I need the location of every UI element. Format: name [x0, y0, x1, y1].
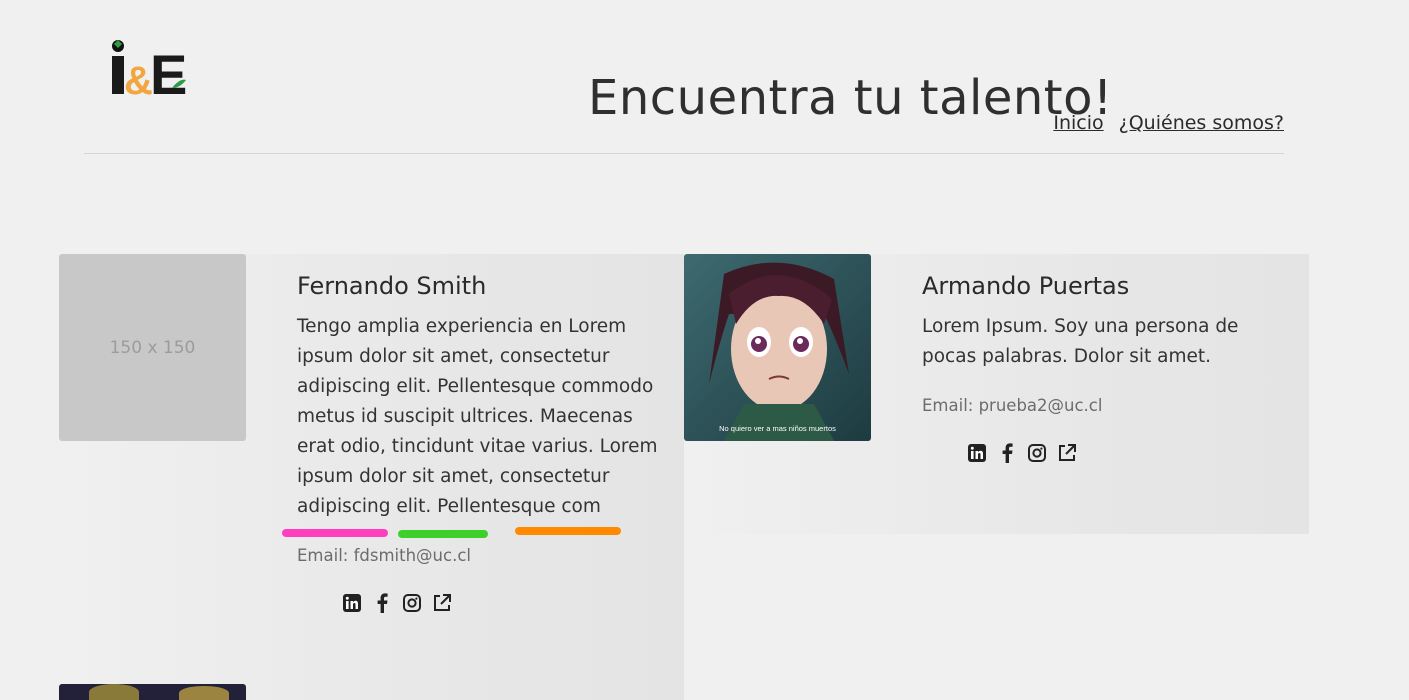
external-link-icon[interactable] — [432, 593, 452, 613]
profile-name: Armando Puertas — [922, 272, 1130, 300]
green-underline-mark — [398, 530, 488, 538]
profile-name: Fernando Smith — [297, 272, 487, 300]
profile-photo: No quiero ver a mas niños muertos — [684, 254, 871, 441]
orange-underline-mark — [515, 527, 621, 535]
profile-email: Email: fdsmith@uc.cl — [297, 546, 471, 565]
facebook-icon[interactable] — [372, 593, 392, 613]
profile-card: No quiero ver a mas niños muertos Armand… — [684, 254, 1309, 534]
linkedin-icon[interactable] — [967, 443, 987, 463]
photo-caption: No quiero ver a mas niños muertos — [719, 424, 836, 433]
profile-photo: 150 x 150 — [59, 254, 246, 441]
profile-bio: Tengo amplia experiencia en Lorem ipsum … — [297, 316, 658, 517]
linkedin-icon[interactable] — [342, 593, 362, 613]
header-divider — [84, 153, 1284, 154]
facebook-icon[interactable] — [997, 443, 1017, 463]
instagram-icon[interactable] — [402, 593, 422, 613]
social-links — [967, 443, 1292, 463]
social-links — [342, 593, 667, 613]
external-link-icon[interactable] — [1057, 443, 1077, 463]
profile-bio: Lorem Ipsum. Soy una persona de pocas pa… — [922, 316, 1239, 367]
pink-underline-mark — [282, 529, 388, 537]
profile-card: 150 x 150 Fernando Smith Tengo amplia ex… — [59, 254, 684, 700]
nav-inicio[interactable]: Inicio — [1053, 112, 1103, 134]
svg-text:&: & — [124, 59, 153, 98]
nav-quienes-somos[interactable]: ¿Quiénes somos? — [1119, 112, 1284, 134]
instagram-icon[interactable] — [1027, 443, 1047, 463]
photo-placeholder: 150 x 150 — [59, 254, 246, 441]
page-title: Encuentra tu talento! — [588, 70, 1113, 126]
top-nav: Inicio ¿Quiénes somos? — [1053, 112, 1284, 134]
profile-photo-partial — [59, 684, 246, 700]
svg-text:E: E — [150, 43, 187, 98]
profile-email: Email: prueba2@uc.cl — [922, 396, 1103, 415]
brand-logo[interactable]: & E — [110, 38, 188, 106]
